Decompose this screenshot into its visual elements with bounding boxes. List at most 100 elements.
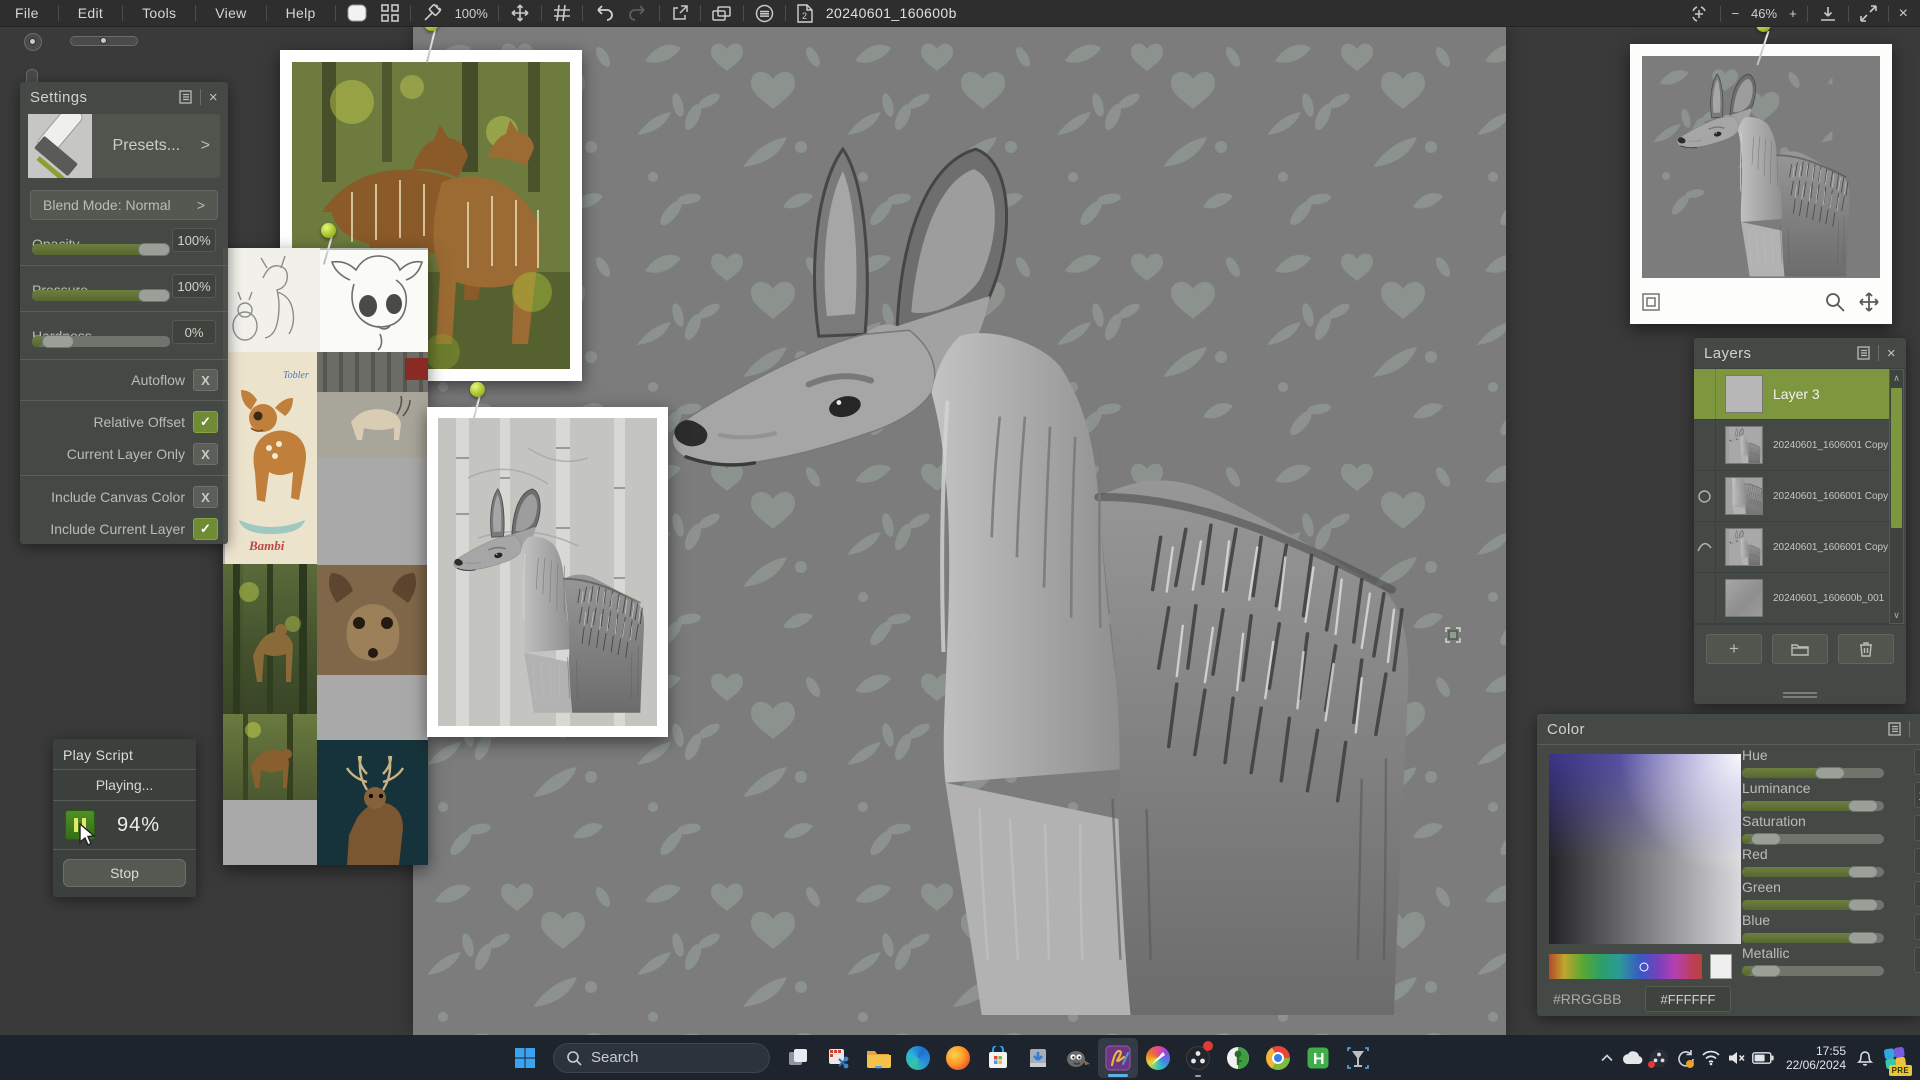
zoom-out-button[interactable]: − — [1725, 6, 1745, 21]
zoom-in-button[interactable]: + — [1783, 6, 1803, 21]
group-layer-button[interactable] — [1772, 634, 1828, 664]
red-value[interactable]: 255 — [1914, 848, 1920, 874]
hattrick-icon[interactable]: H — [1298, 1038, 1338, 1078]
chrome-icon[interactable] — [1258, 1038, 1298, 1078]
firefox-icon[interactable] — [938, 1038, 978, 1078]
tray-chevron-icon[interactable] — [1594, 1038, 1620, 1078]
settings-panel-header[interactable]: Settings × — [20, 82, 228, 112]
volume-muted-icon[interactable] — [1724, 1038, 1750, 1078]
panels-grid-icon[interactable] — [374, 0, 406, 27]
scroll-up-button[interactable]: ∧ — [1890, 370, 1903, 386]
export-icon[interactable] — [664, 0, 696, 27]
onedrive-icon[interactable] — [1620, 1038, 1646, 1078]
layers-panel-header[interactable]: Layers × — [1694, 338, 1906, 368]
include-canvas-color-checkbox[interactable]: X — [193, 486, 218, 508]
opacity-slider[interactable] — [32, 244, 170, 255]
close-icon[interactable]: × — [1893, 5, 1914, 23]
pan-icon[interactable] — [1858, 291, 1880, 313]
current-color-swatch[interactable] — [1710, 954, 1732, 979]
stencil-icon[interactable] — [340, 0, 374, 27]
microsoft-store-icon[interactable] — [978, 1038, 1018, 1078]
file-explorer-icon[interactable] — [858, 1038, 898, 1078]
collapsed-tool-handle[interactable] — [24, 33, 42, 51]
snipping-tool-icon[interactable] — [818, 1038, 858, 1078]
pressure-slider[interactable] — [32, 290, 170, 301]
green-slider[interactable] — [1742, 900, 1884, 910]
hex-input[interactable]: #FFFFFF — [1645, 986, 1731, 1012]
menu-edit[interactable]: Edit — [63, 0, 118, 27]
autoflow-checkbox[interactable]: X — [193, 369, 218, 391]
paint-app-icon-active[interactable] — [1098, 1038, 1138, 1078]
tool-size-value[interactable]: 100% — [449, 6, 494, 21]
link-icon[interactable] — [1697, 542, 1712, 552]
undo-icon[interactable] — [587, 0, 621, 27]
include-current-layer-checkbox[interactable]: ✓ — [193, 518, 218, 540]
delete-layer-button[interactable] — [1838, 634, 1894, 664]
task-view-icon[interactable] — [778, 1038, 818, 1078]
duplicate-icon[interactable] — [705, 0, 739, 27]
martini-app-icon[interactable] — [1338, 1038, 1378, 1078]
close-icon[interactable]: × — [1887, 345, 1896, 362]
redo-icon[interactable] — [621, 0, 655, 27]
sync-icon[interactable] — [1672, 1038, 1698, 1078]
hue-value[interactable]: 67% — [1914, 749, 1920, 775]
close-icon[interactable]: × — [209, 89, 218, 106]
drawing-reference-card[interactable] — [427, 407, 668, 737]
current-layer-only-checkbox[interactable]: X — [193, 443, 218, 465]
menu-help[interactable]: Help — [271, 0, 331, 27]
blend-mode-dropdown[interactable]: Blend Mode: Normal > — [30, 190, 218, 220]
saturation-value[interactable]: 0% — [1914, 815, 1920, 841]
fit-screen-icon[interactable] — [1812, 0, 1844, 27]
menu-tools[interactable]: Tools — [127, 0, 191, 27]
luminance-value[interactable]: 100% — [1914, 782, 1920, 808]
metallic-slider[interactable] — [1742, 966, 1884, 976]
panel-menu-icon[interactable] — [1888, 722, 1901, 736]
fullscreen-icon[interactable] — [1853, 0, 1884, 27]
panel-menu-icon[interactable] — [1857, 346, 1870, 360]
color-picker-square[interactable] — [1549, 754, 1741, 944]
obs-studio-icon[interactable] — [1178, 1038, 1218, 1078]
grid-icon[interactable] — [546, 0, 578, 27]
menu-file[interactable]: File — [0, 0, 54, 27]
visibility-icon[interactable] — [1698, 490, 1711, 503]
blue-value[interactable]: 255 — [1914, 914, 1920, 940]
scrollbar-thumb[interactable] — [1891, 388, 1902, 528]
layer-row[interactable]: 20240601_1606001 Copy — [1694, 522, 1889, 573]
presets-row[interactable]: Presets... > — [28, 114, 220, 178]
layer-row[interactable]: Layer 3 — [1694, 369, 1889, 420]
hardness-value[interactable]: 0% — [172, 320, 216, 344]
keepass-icon[interactable] — [1218, 1038, 1258, 1078]
document-icon[interactable]: 2 — [790, 0, 820, 27]
metallic-value[interactable]: 0% — [1914, 947, 1920, 973]
wifi-icon[interactable] — [1698, 1038, 1724, 1078]
taskbar-clock[interactable]: 17:55 22/06/2024 — [1786, 1044, 1846, 1072]
airbrush-icon[interactable] — [415, 0, 449, 27]
edge-icon[interactable] — [898, 1038, 938, 1078]
frame-icon[interactable] — [1642, 293, 1660, 311]
stop-button[interactable]: Stop — [63, 859, 186, 887]
navigator-preview[interactable] — [1642, 56, 1880, 278]
reference-collage-board[interactable]: Tobler Bambi — [223, 248, 428, 865]
battery-icon[interactable] — [1750, 1038, 1776, 1078]
move-icon[interactable] — [503, 0, 537, 27]
luminance-slider[interactable] — [1742, 801, 1884, 811]
copilot-icon[interactable]: PRE — [1878, 1038, 1912, 1078]
green-value[interactable]: 255 — [1914, 881, 1920, 907]
krita-icon[interactable] — [1138, 1038, 1178, 1078]
red-slider[interactable] — [1742, 867, 1884, 877]
rotate-reset-icon[interactable] — [1682, 0, 1716, 27]
layer-row[interactable]: 20240601_1606001 Copy — [1694, 471, 1889, 522]
opacity-value[interactable]: 100% — [172, 228, 216, 252]
pressure-value[interactable]: 100% — [172, 274, 216, 298]
saturation-slider[interactable] — [1742, 834, 1884, 844]
color-panel-header[interactable]: Color — [1537, 714, 1920, 744]
layer-row[interactable]: 20240601_1606001 Copy — [1694, 420, 1889, 471]
hue-strip[interactable] — [1549, 954, 1702, 979]
start-button[interactable] — [505, 1038, 545, 1078]
search-input[interactable]: Search — [553, 1043, 770, 1073]
gimp-icon[interactable] — [1058, 1038, 1098, 1078]
canvas-zoom-value[interactable]: 46% — [1745, 6, 1783, 21]
panel-menu-icon[interactable] — [179, 90, 192, 104]
navigator-panel[interactable] — [1630, 44, 1892, 324]
menu-view[interactable]: View — [200, 0, 261, 27]
